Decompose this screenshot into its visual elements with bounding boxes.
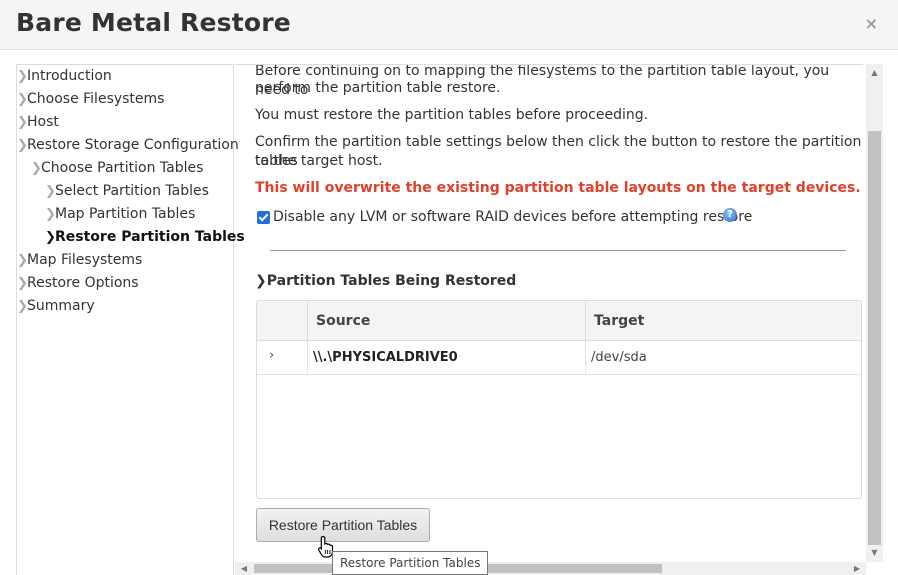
sidebar-item-label: Map Filesystems	[27, 252, 143, 268]
chevron-right-icon: ❯	[17, 138, 28, 153]
restore-partition-tables-button[interactable]: Restore Partition Tables	[256, 508, 430, 542]
section-title: ❯Partition Tables Being Restored	[255, 273, 516, 289]
chevron-right-icon: ❯	[17, 276, 28, 291]
sidebar-item-label: Restore Partition Tables	[55, 229, 245, 245]
column-header-source[interactable]: Source	[307, 301, 585, 341]
source-cell: \\.\PHYSICALDRIVE0	[307, 341, 585, 375]
scroll-right-arrow-icon[interactable]: ▶	[850, 562, 864, 575]
chevron-right-icon: ❯	[255, 273, 267, 289]
column-header-target[interactable]: Target	[585, 301, 861, 341]
chevron-right-icon: ❯	[45, 230, 56, 245]
disable-lvm-raid-checkbox[interactable]	[257, 211, 270, 224]
vertical-scroll-thumb[interactable]	[868, 131, 881, 545]
sidebar-item-restore-storage-configuration[interactable]: ❯Restore Storage Configuration	[17, 134, 239, 156]
chevron-right-icon: ❯	[45, 184, 56, 199]
table-row[interactable]: › \\.\PHYSICALDRIVE0 /dev/sda	[257, 341, 861, 375]
disable-lvm-raid-label[interactable]: Disable any LVM or software RAID devices…	[273, 208, 752, 227]
sidebar-item-choose-partition-tables[interactable]: ❯Choose Partition Tables	[31, 157, 203, 179]
chevron-right-icon: ❯	[31, 161, 42, 176]
wizard-content: Before continuing on to mapping the file…	[235, 64, 863, 562]
sidebar-item-label: Select Partition Tables	[55, 183, 209, 199]
chevron-right-icon: ❯	[17, 299, 28, 314]
horizontal-scrollbar[interactable]: ◀ ▶	[235, 562, 866, 575]
button-tooltip: Restore Partition Tables	[332, 551, 489, 575]
sidebar-item-map-filesystems[interactable]: ❯Map Filesystems	[17, 249, 142, 271]
row-expand-chevron-icon[interactable]: ›	[269, 348, 274, 363]
must-restore-text: You must restore the partition tables be…	[255, 107, 649, 123]
confirm-text-line2: to the target host.	[255, 153, 383, 169]
close-icon[interactable]: ×	[865, 14, 878, 33]
sidebar-item-host[interactable]: ❯Host	[17, 111, 59, 133]
warning-text: This will overwrite the existing partiti…	[255, 180, 861, 196]
sidebar-item-select-partition-tables[interactable]: ❯Select Partition Tables	[45, 180, 209, 202]
sidebar-item-label: Map Partition Tables	[55, 206, 196, 222]
scroll-down-arrow-icon[interactable]: ▼	[866, 546, 883, 560]
chevron-right-icon: ❯	[45, 207, 56, 222]
sidebar-item-introduction[interactable]: ❯Introduction	[17, 65, 112, 87]
scroll-left-arrow-icon[interactable]: ◀	[237, 562, 251, 575]
sidebar-item-label: Host	[27, 114, 59, 130]
section-title-text: Partition Tables Being Restored	[266, 273, 517, 289]
sidebar-item-restore-partition-tables[interactable]: ❯Restore Partition Tables	[45, 226, 245, 248]
dialog-header: Bare Metal Restore ×	[0, 0, 898, 50]
chevron-right-icon: ❯	[17, 253, 28, 268]
chevron-right-icon: ❯	[17, 92, 28, 107]
dialog-title: Bare Metal Restore	[16, 8, 291, 37]
chevron-right-icon: ❯	[17, 115, 28, 130]
sidebar-item-label: Restore Storage Configuration	[27, 137, 239, 153]
sidebar-item-restore-options[interactable]: ❯Restore Options	[17, 272, 139, 294]
chevron-right-icon: ❯	[17, 69, 28, 84]
intro-text-line2: perform the partition table restore.	[255, 80, 501, 96]
sidebar-item-choose-filesystems[interactable]: ❯Choose Filesystems	[17, 88, 164, 110]
target-cell: /dev/sda	[585, 341, 861, 375]
scroll-up-arrow-icon[interactable]: ▲	[866, 66, 883, 80]
sidebar-item-label: Choose Filesystems	[27, 91, 165, 107]
help-icon[interactable]: ?	[723, 208, 737, 222]
partition-tables-grid: Source Target › \\.\PHYSICALDRIVE0 /dev/…	[256, 300, 862, 499]
vertical-scrollbar[interactable]: ▲ ▼	[866, 64, 883, 562]
divider	[270, 250, 846, 251]
sidebar-item-label: Summary	[27, 298, 95, 314]
sidebar-item-summary[interactable]: ❯Summary	[17, 295, 95, 317]
sidebar-item-map-partition-tables[interactable]: ❯Map Partition Tables	[45, 203, 195, 225]
wizard-sidebar: ❯Introduction ❯Choose Filesystems ❯Host …	[16, 64, 245, 575]
sidebar-item-label: Restore Options	[27, 275, 139, 291]
sidebar-item-label: Choose Partition Tables	[41, 160, 204, 176]
sidebar-item-label: Introduction	[27, 68, 112, 84]
grid-header: Source Target	[257, 301, 861, 341]
